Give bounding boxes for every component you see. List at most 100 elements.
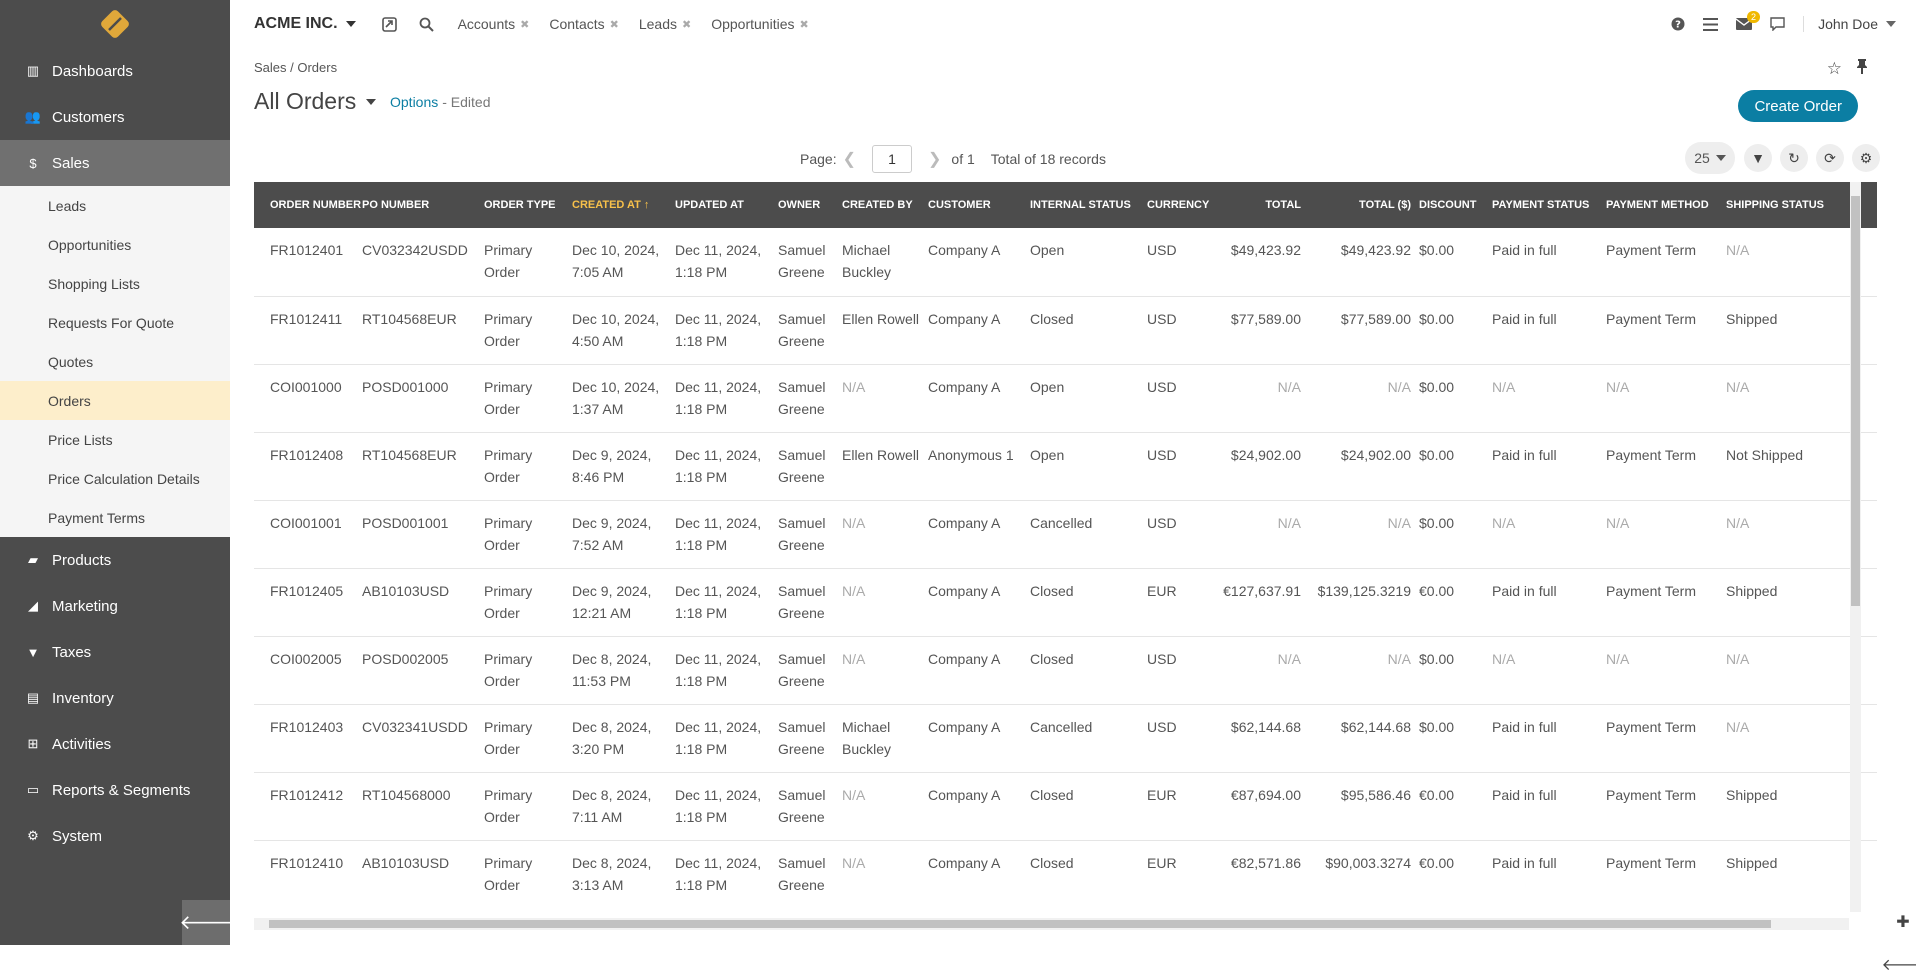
sidebar-item-marketing[interactable]: ◢ Marketing <box>0 583 230 629</box>
sidebar-collapse-button[interactable]: 🡐 <box>179 900 233 945</box>
arrow-left-icon[interactable]: 🡐 <box>1882 954 1916 975</box>
column-header[interactable]: PAYMENT STATUS <box>1492 182 1606 228</box>
submenu-item-leads[interactable]: Leads <box>0 186 230 225</box>
table-cell: Dec 11, 2024, 1:18 PM <box>675 296 778 365</box>
shortcut-leads[interactable]: Leads ✖ <box>639 16 691 32</box>
table-row[interactable]: FR1012411 RT104568EUR Primary Order Dec 10,… <box>254 296 1877 365</box>
table-cell: N/A <box>1222 500 1309 569</box>
column-header-label: CURRENCY <box>1147 199 1210 211</box>
horizontal-scrollbar[interactable] <box>254 918 1849 930</box>
table-cell: Samuel Greene <box>778 228 842 297</box>
star-icon[interactable]: ☆ <box>1827 59 1842 79</box>
submenu-item-payment-terms[interactable]: Payment Terms <box>0 498 230 537</box>
chevron-right-icon[interactable]: ❯ <box>928 149 941 169</box>
refresh-button[interactable]: ⟳ <box>1816 144 1844 172</box>
column-header[interactable]: CREATED AT ↑ <box>572 182 675 228</box>
sidebar-item-taxes[interactable]: ▼ Taxes <box>0 629 230 675</box>
column-header[interactable]: CURRENCY <box>1147 182 1222 228</box>
table-cell: $139,125.3219 <box>1309 568 1419 637</box>
sidebar-item-label: Inventory <box>52 689 114 707</box>
table-cell: $24,902.00 <box>1222 432 1309 501</box>
page-title[interactable]: All Orders <box>254 88 377 115</box>
chat-icon[interactable] <box>1770 17 1785 31</box>
column-header[interactable]: TOTAL <box>1222 182 1309 228</box>
create-order-button[interactable]: Create Order <box>1738 90 1858 122</box>
page-input[interactable]: 1 <box>872 145 912 173</box>
table-row[interactable]: COI001001 POSD001001 Primary Order Dec 9, 2… <box>254 500 1877 569</box>
page-size-select[interactable]: 25 <box>1685 142 1735 174</box>
user-menu[interactable]: John Doe <box>1803 16 1896 32</box>
pinned-page-icon[interactable] <box>381 16 397 32</box>
app-logo[interactable] <box>0 0 230 48</box>
table-cell: POSD001000 <box>362 364 484 433</box>
shortcut-opportunities[interactable]: Opportunities ✖ <box>711 16 809 32</box>
column-header[interactable]: PAYMENT METHOD <box>1606 182 1726 228</box>
table-row[interactable]: FR1012410 AB10103USD Primary Order Dec 8, 2… <box>254 840 1877 906</box>
column-header[interactable]: OWNER <box>778 182 842 228</box>
table-row[interactable]: FR1012403 CV032341USDD Primary Order Dec 8,… <box>254 704 1877 773</box>
scrollbar-thumb[interactable] <box>1851 196 1860 606</box>
table-row[interactable]: FR1012408 RT104568EUR Primary Order Dec 9, … <box>254 432 1877 501</box>
table-cell: Dec 10, 2024, 1:37 AM <box>572 364 675 433</box>
move-icon[interactable]: ✚ <box>1896 912 1909 932</box>
mail-icon[interactable]: 2 <box>1736 11 1761 30</box>
table-row[interactable]: FR1012412 RT104568000 Primary Order Dec 8, … <box>254 772 1877 841</box>
table-cell: USD <box>1147 432 1222 501</box>
table-row[interactable]: COI002005 POSD002005 Primary Order Dec 8, 2… <box>254 636 1877 705</box>
close-icon[interactable]: ✖ <box>520 18 529 31</box>
shortcut-accounts[interactable]: Accounts ✖ <box>458 16 530 32</box>
table-row[interactable]: COI001000 POSD001000 Primary Order Dec 10, … <box>254 364 1877 433</box>
reset-button[interactable]: ↻ <box>1780 144 1808 172</box>
table-row[interactable]: FR1012405 AB10103USD Primary Order Dec 9, 2… <box>254 568 1877 637</box>
submenu-item-price-calc[interactable]: Price Calculation Details <box>0 459 230 498</box>
help-icon[interactable]: ? <box>1671 17 1685 31</box>
column-header[interactable]: DISCOUNT <box>1419 182 1492 228</box>
options-link[interactable]: Options <box>390 94 438 110</box>
submenu-item-opportunities[interactable]: Opportunities <box>0 225 230 264</box>
sidebar-item-customers[interactable]: 👥 Customers <box>0 94 230 140</box>
sidebar: ▥ Dashboards 👥 Customers $ Sales Leads Oppo… <box>0 0 233 945</box>
org-switcher[interactable]: ACME INC. <box>254 15 356 33</box>
submenu-item-orders[interactable]: Orders <box>0 381 230 420</box>
sidebar-item-system[interactable]: ⚙ System <box>0 813 230 859</box>
sidebar-item-products[interactable]: ▰ Products <box>0 537 230 583</box>
table-cell: N/A <box>1492 364 1606 433</box>
pin-icon[interactable] <box>1856 59 1868 78</box>
submenu-item-rfq[interactable]: Requests For Quote <box>0 303 230 342</box>
column-header[interactable]: TOTAL ($) <box>1309 182 1419 228</box>
chevron-left-icon[interactable]: ❮ <box>843 149 856 169</box>
sidebar-item-sales[interactable]: $ Sales <box>0 140 230 186</box>
vertical-scrollbar[interactable] <box>1850 182 1861 912</box>
submenu-item-price-lists[interactable]: Price Lists <box>0 420 230 459</box>
column-header[interactable]: UPDATED AT <box>675 182 778 228</box>
scrollbar-thumb[interactable] <box>269 920 1771 928</box>
column-header[interactable]: ORDER TYPE <box>484 182 572 228</box>
column-header-label: DISCOUNT <box>1419 199 1477 211</box>
close-icon[interactable]: ✖ <box>682 18 691 31</box>
sidebar-item-inventory[interactable]: ▤ Inventory <box>0 675 230 721</box>
column-header[interactable]: CREATED BY <box>842 182 928 228</box>
close-icon[interactable]: ✖ <box>610 18 619 31</box>
shortcut-contacts[interactable]: Contacts ✖ <box>549 16 618 32</box>
sidebar-item-activities[interactable]: ⊞ Activities <box>0 721 230 767</box>
sidebar-item-dashboards[interactable]: ▥ Dashboards <box>0 48 230 94</box>
table-row[interactable]: FR1012401 CV032342USDD Primary Order Dec 10… <box>254 228 1877 297</box>
table-cell: €82,571.86 <box>1222 840 1309 906</box>
table-cell: N/A <box>1309 364 1419 433</box>
column-header[interactable]: INTERNAL STATUS <box>1030 182 1147 228</box>
table-cell: RT104568EUR <box>362 296 484 365</box>
search-icon[interactable] <box>419 17 434 32</box>
column-header[interactable]: ORDER NUMBER <box>254 182 362 228</box>
grid-settings-button[interactable]: ⚙ <box>1852 144 1880 172</box>
column-header-label: TOTAL <box>1265 199 1301 211</box>
submenu-item-quotes[interactable]: Quotes <box>0 342 230 381</box>
table-cell: AB10103USD <box>362 568 484 637</box>
table-cell: FR1012403 <box>254 704 362 773</box>
column-header[interactable]: CUSTOMER <box>928 182 1030 228</box>
filter-toggle-button[interactable]: ▼ <box>1744 144 1772 172</box>
sidebar-item-reports[interactable]: ▭ Reports & Segments <box>0 767 230 813</box>
close-icon[interactable]: ✖ <box>800 18 809 31</box>
menu-list-icon[interactable] <box>1703 17 1719 31</box>
column-header[interactable]: PO NUMBER <box>362 182 484 228</box>
submenu-item-shopping-lists[interactable]: Shopping Lists <box>0 264 230 303</box>
